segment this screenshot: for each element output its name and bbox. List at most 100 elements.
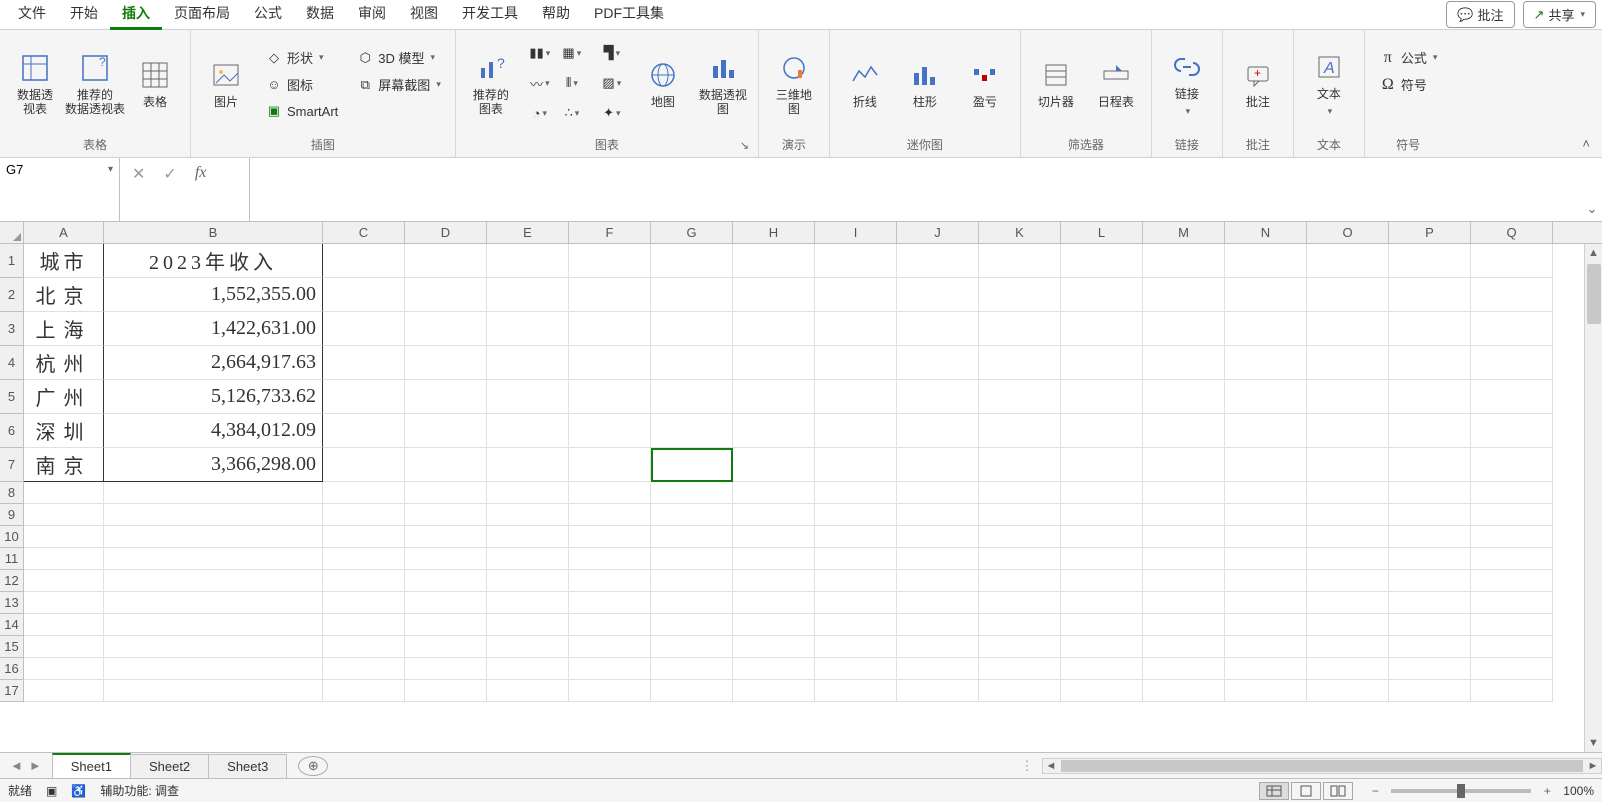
cell-P11[interactable] <box>1389 548 1471 570</box>
sheet-nav-next[interactable]: ► <box>29 758 42 773</box>
cell-E8[interactable] <box>487 482 569 504</box>
column-header-Q[interactable]: Q <box>1471 222 1553 243</box>
cell-I14[interactable] <box>815 614 897 636</box>
cell-L8[interactable] <box>1061 482 1143 504</box>
statistic-chart-button[interactable]: ⫴▾ <box>558 71 586 95</box>
cell-I5[interactable] <box>815 380 897 414</box>
cell-L13[interactable] <box>1061 592 1143 614</box>
column-header-F[interactable]: F <box>569 222 651 243</box>
cell-C10[interactable] <box>323 526 405 548</box>
smartart-button[interactable]: ▣SmartArt <box>261 100 342 122</box>
cell-M12[interactable] <box>1143 570 1225 592</box>
cell-A4[interactable]: 杭州 <box>24 346 104 380</box>
cell-Q11[interactable] <box>1471 548 1553 570</box>
cell-B10[interactable] <box>104 526 323 548</box>
cell-C7[interactable] <box>323 448 405 482</box>
column-header-D[interactable]: D <box>405 222 487 243</box>
cell-P12[interactable] <box>1389 570 1471 592</box>
slicer-button[interactable]: 切片器 <box>1031 59 1081 109</box>
cell-A15[interactable] <box>24 636 104 658</box>
cell-A1[interactable]: 城市 <box>24 244 104 278</box>
cell-D4[interactable] <box>405 346 487 380</box>
cell-B1[interactable]: 2023年收入 <box>104 244 323 278</box>
share-button[interactable]: ↗共享▾ <box>1523 1 1596 28</box>
cell-B2[interactable]: 1,552,355.00 <box>104 278 323 312</box>
cell-C5[interactable] <box>323 380 405 414</box>
row-header-12[interactable]: 12 <box>0 570 24 592</box>
cell-I17[interactable] <box>815 680 897 702</box>
cell-B16[interactable] <box>104 658 323 680</box>
column-header-I[interactable]: I <box>815 222 897 243</box>
cell-H1[interactable] <box>733 244 815 278</box>
cell-I12[interactable] <box>815 570 897 592</box>
cell-O8[interactable] <box>1307 482 1389 504</box>
cell-L3[interactable] <box>1061 312 1143 346</box>
cell-G15[interactable] <box>651 636 733 658</box>
zoom-in-button[interactable]: + <box>1539 784 1555 798</box>
cell-F11[interactable] <box>569 548 651 570</box>
cell-L11[interactable] <box>1061 548 1143 570</box>
cell-O5[interactable] <box>1307 380 1389 414</box>
cell-N5[interactable] <box>1225 380 1307 414</box>
menu-item-9[interactable]: 帮助 <box>530 0 582 30</box>
cell-Q13[interactable] <box>1471 592 1553 614</box>
view-page-layout-button[interactable] <box>1291 782 1321 800</box>
cell-A13[interactable] <box>24 592 104 614</box>
cell-B13[interactable] <box>104 592 323 614</box>
cell-F3[interactable] <box>569 312 651 346</box>
comment-button[interactable]: 💬批注 <box>1446 1 1514 28</box>
cell-M6[interactable] <box>1143 414 1225 448</box>
cell-K14[interactable] <box>979 614 1061 636</box>
combo-chart-button[interactable]: ▜▾ <box>598 41 626 65</box>
cell-J16[interactable] <box>897 658 979 680</box>
ribbon-collapse-button[interactable]: ˄ <box>1570 130 1602 157</box>
select-all-corner[interactable] <box>0 222 24 243</box>
cell-A17[interactable] <box>24 680 104 702</box>
cell-M17[interactable] <box>1143 680 1225 702</box>
column-chart-button[interactable]: ▮▮▾ <box>526 41 554 65</box>
cell-E4[interactable] <box>487 346 569 380</box>
cell-M14[interactable] <box>1143 614 1225 636</box>
cell-C2[interactable] <box>323 278 405 312</box>
cell-P3[interactable] <box>1389 312 1471 346</box>
3d-model-button[interactable]: ⬡3D 模型▾ <box>352 46 445 69</box>
cell-G7[interactable] <box>651 448 733 482</box>
zoom-out-button[interactable]: − <box>1367 784 1383 798</box>
cell-P15[interactable] <box>1389 636 1471 658</box>
cell-P14[interactable] <box>1389 614 1471 636</box>
cell-D5[interactable] <box>405 380 487 414</box>
menu-item-4[interactable]: 公式 <box>242 0 294 30</box>
cell-J10[interactable] <box>897 526 979 548</box>
cell-G14[interactable] <box>651 614 733 636</box>
cell-J7[interactable] <box>897 448 979 482</box>
cell-K5[interactable] <box>979 380 1061 414</box>
column-header-M[interactable]: M <box>1143 222 1225 243</box>
cell-D13[interactable] <box>405 592 487 614</box>
cell-A2[interactable]: 北京 <box>24 278 104 312</box>
cell-Q9[interactable] <box>1471 504 1553 526</box>
menu-item-0[interactable]: 文件 <box>6 0 58 30</box>
cell-E6[interactable] <box>487 414 569 448</box>
cell-O2[interactable] <box>1307 278 1389 312</box>
menu-item-7[interactable]: 视图 <box>398 0 450 30</box>
cell-N2[interactable] <box>1225 278 1307 312</box>
cell-K3[interactable] <box>979 312 1061 346</box>
cell-C17[interactable] <box>323 680 405 702</box>
cell-N1[interactable] <box>1225 244 1307 278</box>
cell-P8[interactable] <box>1389 482 1471 504</box>
cell-P13[interactable] <box>1389 592 1471 614</box>
cell-M7[interactable] <box>1143 448 1225 482</box>
charts-dialog-launcher[interactable]: ↘ <box>740 139 754 153</box>
cell-N3[interactable] <box>1225 312 1307 346</box>
cell-G1[interactable] <box>651 244 733 278</box>
cell-M2[interactable] <box>1143 278 1225 312</box>
row-header-2[interactable]: 2 <box>0 278 24 312</box>
cell-F4[interactable] <box>569 346 651 380</box>
row-header-14[interactable]: 14 <box>0 614 24 636</box>
menu-item-3[interactable]: 页面布局 <box>162 0 242 30</box>
zoom-slider[interactable] <box>1391 789 1531 793</box>
column-header-L[interactable]: L <box>1061 222 1143 243</box>
cell-H9[interactable] <box>733 504 815 526</box>
text-button[interactable]: A文本▾ <box>1304 51 1354 116</box>
cell-K10[interactable] <box>979 526 1061 548</box>
